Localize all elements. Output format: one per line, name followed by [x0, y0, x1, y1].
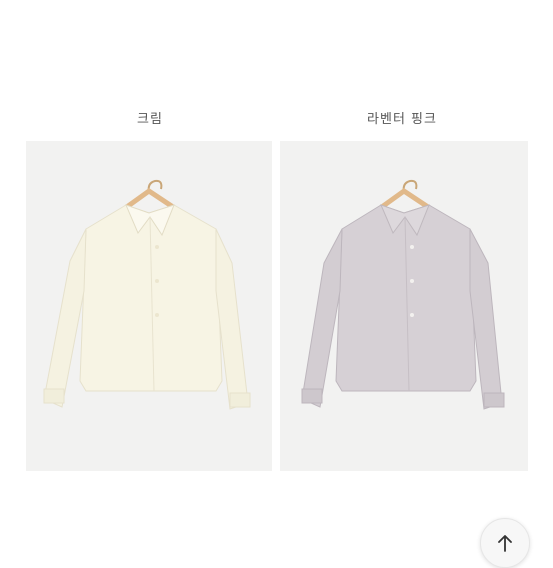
scroll-to-top-button[interactable]: [480, 518, 530, 568]
color-option-cream-label: 크림: [137, 112, 163, 127]
blouse-lavender-pink-illustration: [301, 179, 505, 410]
hanger-lavender-pink: [376, 187, 434, 212]
product-image-cream[interactable]: [26, 141, 272, 471]
color-option-lavender-pink-label: 라벤터 핑크: [367, 112, 437, 127]
product-image-lavender-pink[interactable]: [280, 141, 528, 471]
hanger-cream: [121, 187, 179, 212]
blouse-cream-illustration: [43, 179, 251, 410]
arrow-up-icon: [498, 535, 512, 552]
